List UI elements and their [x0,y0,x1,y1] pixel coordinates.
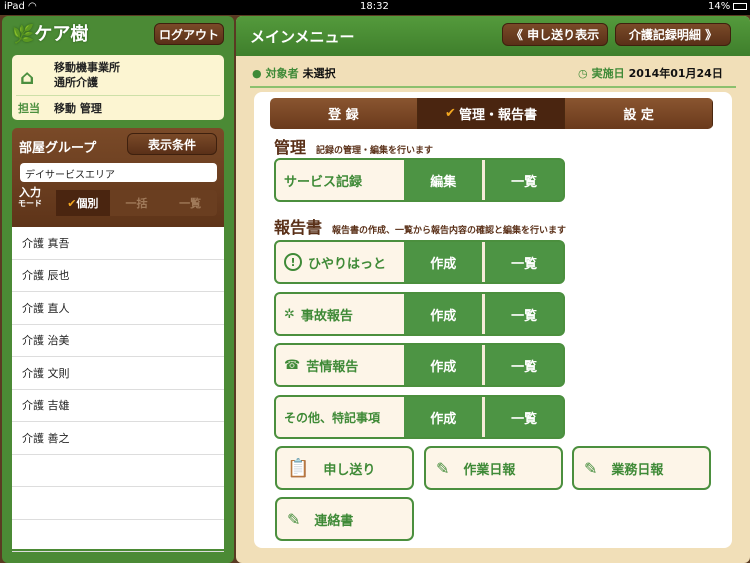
logout-button[interactable]: ログアウト [154,23,224,45]
accident-report-button-group: ✲ 事故報告 作成 一覧 [274,292,565,336]
create-button[interactable]: 作成 [404,294,482,334]
handover-button[interactable]: 📋 申し送り [275,446,414,490]
resident-item [12,455,224,487]
check-icon: ✔ [445,106,456,121]
resident-item[interactable]: 介護 直人 [12,292,224,325]
facility-box: ⌂ 移動機事業所 通所介護 担当 移動 管理 [12,55,224,120]
list-button[interactable]: 一覧 [485,397,563,437]
resident-item[interactable]: 介護 文則 [12,357,224,390]
room-group-label: 部屋グループ [19,141,97,156]
section-description: 報告書の作成、一覧から報告内容の確認と編集を行います [332,226,567,236]
list-button[interactable]: 一覧 [485,294,563,334]
chevron-right-icon: 》 [700,28,718,42]
service-record-button-group: サービス記録 編集 一覧 [274,158,565,202]
subject-label: 対象者 [265,67,299,80]
display-conditions-button[interactable]: 表示条件 [127,133,217,155]
main-tabs: 登 録 ✔ 管理・報告書 設 定 [270,98,713,129]
contact-form-button[interactable]: ✎ 連絡書 [275,497,414,541]
input-mode-label: 入力 モード [18,186,42,208]
mode-bulk[interactable]: 一括 [110,190,164,216]
staff-label: 担当 [18,102,40,115]
section-heading: 報告書 [274,218,323,237]
input-mode-toggle: ✔ 個別 一括 一覧 [56,190,217,216]
staff-name: 移動 管理 [54,102,102,115]
pen-note-icon: ✎ [584,458,598,478]
tab-register[interactable]: 登 録 [270,98,418,129]
facility-name: 移動機事業所 [54,61,120,74]
header-bar: メインメニュー 《 申し送り表示 介護記録明細 》 [236,16,750,56]
resident-item[interactable]: 介護 辰也 [12,260,224,292]
clock: 18:32 [360,1,389,12]
reports-section-header: 報告書 報告書の作成、一覧から報告内容の確認と編集を行います [274,214,566,238]
battery-icon [733,3,747,10]
tab-settings[interactable]: 設 定 [565,98,713,129]
room-group-select[interactable]: デイサービスエリア [20,163,217,182]
home-icon: ⌂ [20,65,35,89]
clipboard-icon: 📋 [287,457,310,479]
work-diary-button[interactable]: ✎ 作業日報 [424,446,563,490]
wifi-icon: ◠ [28,1,37,12]
date-label: 実施日 [591,67,625,80]
complaint-report-button-group: ☎ 苦情報告 作成 一覧 [274,343,565,387]
battery-percent: 14% [708,1,731,12]
subject-info: ● 対象者 未選択 [252,65,336,81]
resident-item [12,520,224,552]
phone-icon: ☎ [284,357,301,373]
create-button[interactable]: 作成 [404,397,482,437]
room-group-panel: 部屋グループ 表示条件 デイサービスエリア 入力 モード ✔ 個別 一括 一覧 [12,128,224,227]
resident-list: 介護 真吾 介護 辰也 介護 直人 介護 治美 介護 文則 介護 吉雄 介護 善… [12,227,224,552]
pen-note-icon: ✎ [436,458,450,478]
facility-service: 通所介護 [54,76,98,89]
tab-management-reports[interactable]: ✔ 管理・報告書 [417,98,566,129]
service-record-label: サービス記録 [276,160,405,200]
date-value: 2014年01月24日 [628,67,723,80]
pen-note-icon: ✎ [287,509,301,529]
service-record-list-button[interactable]: 一覧 [485,160,563,200]
resident-item[interactable]: 介護 吉雄 [12,390,224,422]
sidebar: 🌿ケア樹 ログアウト ⌂ 移動機事業所 通所介護 担当 移動 管理 部屋グループ… [2,16,234,563]
list-button[interactable]: 一覧 [485,242,563,282]
resident-item[interactable]: 介護 真吾 [12,227,224,260]
subject-value: 未選択 [302,67,336,80]
device-name: iPad [4,1,25,12]
date-info: ◷ 実施日 2014年01月24日 [578,65,723,81]
business-diary-button[interactable]: ✎ 業務日報 [572,446,711,490]
section-heading: 管理 [274,138,307,157]
accident-icon: ✲ [284,306,295,322]
logo: 🌿ケア樹 [12,24,89,45]
resident-item[interactable]: 介護 治美 [12,325,224,357]
page-title: メインメニュー [250,28,355,46]
list-button[interactable]: 一覧 [485,345,563,385]
care-record-detail-button[interactable]: 介護記録明細 》 [615,23,731,46]
exclamation-icon: ! [284,253,302,271]
create-button[interactable]: 作成 [404,242,482,282]
status-bar: iPad ◠ 18:32 14% [0,0,750,15]
resident-item[interactable]: 介護 善之 [12,422,224,455]
mode-list[interactable]: 一覧 [163,190,217,216]
resident-item [12,487,224,520]
near-miss-button-group: ! ひやりはっと 作成 一覧 [274,240,565,284]
handover-view-button[interactable]: 《 申し送り表示 [502,23,608,46]
main-panel: メインメニュー 《 申し送り表示 介護記録明細 》 ● 対象者 未選択 ◷ 実施日 20… [236,16,750,563]
section-description: 記録の管理・編集を行います [316,146,434,156]
management-section-header: 管理 記録の管理・編集を行います [274,134,433,158]
clock-icon: ◷ [578,66,588,80]
service-record-edit-button[interactable]: 編集 [404,160,482,200]
chevron-left-icon: 《 [510,28,528,42]
mode-individual[interactable]: ✔ 個別 [56,190,110,216]
create-button[interactable]: 作成 [404,345,482,385]
other-notes-button-group: その他、特記事項 作成 一覧 [274,395,565,439]
person-icon: ● [252,66,262,80]
